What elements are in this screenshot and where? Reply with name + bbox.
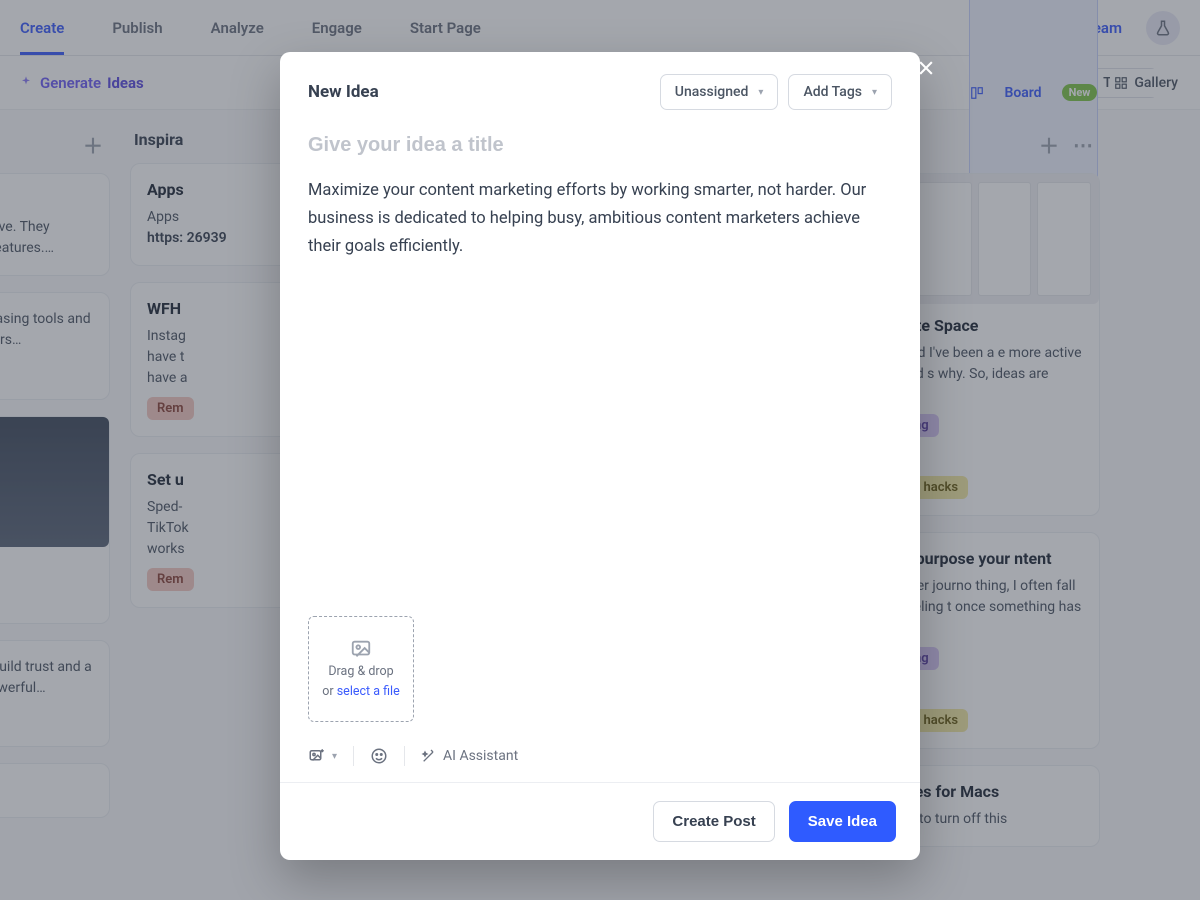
image-plus-icon <box>308 747 326 765</box>
toolbar-divider <box>353 746 354 766</box>
assignee-label: Unassigned <box>675 84 749 100</box>
dropzone-line1: Drag & drop <box>328 664 393 680</box>
chevron-down-icon: ▾ <box>332 751 337 762</box>
close-modal-button[interactable] <box>916 58 936 78</box>
modal-title: New Idea <box>308 82 379 102</box>
assignee-dropdown[interactable]: Unassigned ▾ <box>660 74 779 110</box>
close-icon <box>916 58 936 78</box>
create-post-button[interactable]: Create Post <box>653 801 774 842</box>
toolbar-divider <box>404 746 405 766</box>
media-picker-button[interactable]: ▾ <box>308 747 337 765</box>
wand-icon <box>421 748 437 764</box>
chevron-down-icon: ▾ <box>758 87 763 98</box>
add-tags-label: Add Tags <box>803 84 862 100</box>
idea-description-input[interactable]: Maximize your content marketing efforts … <box>308 177 892 477</box>
new-idea-modal: New Idea Unassigned ▾ Add Tags ▾ Maximiz… <box>280 52 920 860</box>
select-file-link[interactable]: select a file <box>337 684 400 699</box>
idea-title-input[interactable] <box>308 134 892 157</box>
chevron-down-icon: ▾ <box>872 87 877 98</box>
emoji-icon <box>370 747 388 765</box>
ai-assistant-button[interactable]: AI Assistant <box>421 748 518 764</box>
image-icon <box>350 638 372 660</box>
emoji-picker-button[interactable] <box>370 747 388 765</box>
add-tags-dropdown[interactable]: Add Tags ▾ <box>788 74 892 110</box>
save-idea-button[interactable]: Save Idea <box>789 801 896 842</box>
ai-assistant-label: AI Assistant <box>443 748 518 764</box>
media-dropzone[interactable]: Drag & drop or select a file <box>308 616 414 722</box>
dropzone-line2: or select a file <box>322 684 399 700</box>
editor-toolbar: ▾ AI Assistant <box>308 740 892 782</box>
